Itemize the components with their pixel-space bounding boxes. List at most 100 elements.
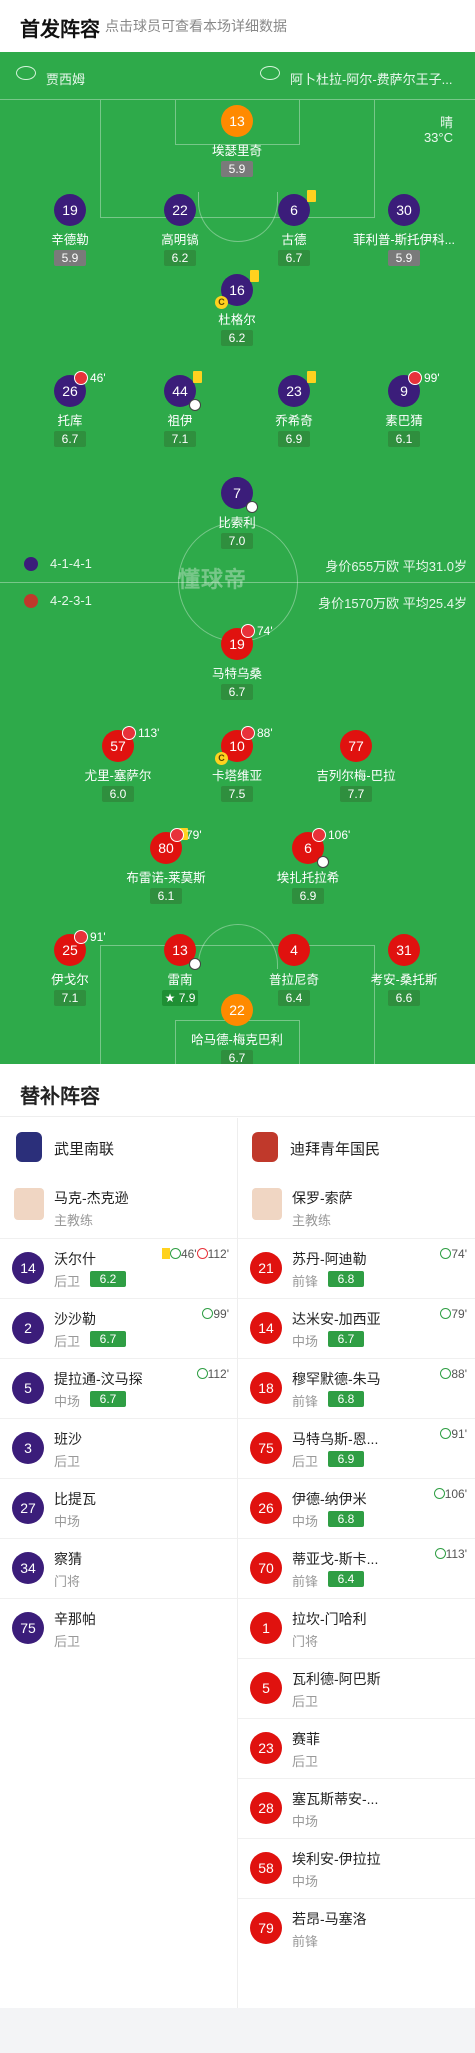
sub-time: 91': [90, 930, 106, 944]
home-team-value: 身价655万欧 平均31.0岁: [325, 556, 467, 575]
lineup-subtitle: 点击球员可查看本场详细数据: [105, 18, 287, 34]
sub-row[interactable]: 2 沙沙勒 后卫 6.7 99': [0, 1298, 237, 1358]
weather: 晴: [439, 115, 453, 130]
player-rating: 6.1: [150, 888, 182, 904]
lineup-title: 首发阵容: [20, 19, 100, 41]
substitution-out-icon: [312, 828, 326, 842]
player-h-7[interactable]: 44 祖伊 7.1: [120, 371, 240, 448]
sub-time: 99': [424, 371, 440, 385]
jersey-number: 58: [250, 1852, 282, 1884]
player-name: 瓦利德-阿巴斯: [292, 1671, 381, 1687]
sub-row[interactable]: 14 达米安-加西亚 中场 6.7 79': [238, 1298, 475, 1358]
sub-row[interactable]: 5 瓦利德-阿巴斯 后卫: [238, 1658, 475, 1718]
home-formation: 4-1-4-1: [24, 556, 92, 571]
player-name: 蒂亚戈-斯卡...: [292, 1551, 379, 1567]
away-team-name[interactable]: 迪拜青年国民: [290, 1138, 380, 1159]
sub-events: 113': [434, 1547, 467, 1561]
substitution-in-icon: [440, 1368, 452, 1379]
player-position: 后卫: [292, 1694, 319, 1709]
jersey-number: 6: [278, 190, 316, 226]
player-a-1[interactable]: 57 113' 尤里-塞萨尔 6.0: [58, 726, 178, 803]
sub-row[interactable]: 58 埃利安-伊拉拉 中场: [238, 1838, 475, 1898]
player-name: 素巴猜: [385, 414, 423, 428]
sub-in-time: 113': [445, 1547, 467, 1561]
sub-row[interactable]: 14 沃尔什 后卫 6.2 46' 112': [0, 1238, 237, 1298]
player-rating: 6.7: [221, 1050, 253, 1064]
player-position: 前锋: [292, 1934, 319, 1949]
sub-row[interactable]: 3 班沙 后卫: [0, 1418, 237, 1478]
sub-out-time: 112': [207, 1247, 229, 1261]
substitution-in-icon: [169, 1248, 181, 1259]
home-age: 平均31.0岁: [402, 559, 467, 574]
player-position: 前锋: [292, 1394, 319, 1409]
player-a-4[interactable]: 80 79' 布雷诺-莱莫斯 6.1: [106, 828, 226, 905]
player-a-3[interactable]: 77 吉列尔梅-巴拉 7.7: [296, 730, 416, 803]
player-name: 提拉通-汶马探: [54, 1371, 143, 1387]
player-rating: 7.7: [340, 786, 372, 802]
player-a-6[interactable]: 25 91' 伊戈尔 7.1: [10, 930, 130, 1007]
jersey-number: 16 C: [215, 270, 259, 309]
away-formation: 4-2-3-1: [24, 593, 92, 608]
sub-events: 79': [440, 1307, 467, 1321]
sub-row[interactable]: 34 察猜 门将: [0, 1538, 237, 1598]
player-name: 拉坎-门哈利: [292, 1611, 367, 1627]
yellow-card-icon: [307, 371, 316, 383]
jersey-number: 77: [340, 730, 372, 762]
player-h-5[interactable]: 16 C 杜格尔 6.2: [177, 270, 297, 347]
substitution-out-icon: [196, 1248, 208, 1259]
bench-title: 替补阵容: [20, 1086, 100, 1108]
sub-row[interactable]: 27 比提瓦 中场: [0, 1478, 237, 1538]
substitution-out-icon: [122, 726, 136, 740]
sub-row[interactable]: 79 若昂-马塞洛 前锋: [238, 1898, 475, 1958]
sub-row[interactable]: 18 穆罕默德-朱马 前锋 6.8 88': [238, 1358, 475, 1418]
player-h-3[interactable]: 6 古德 6.7: [234, 190, 354, 267]
player-h-6[interactable]: 26 46' 托库 6.7: [10, 371, 130, 448]
jersey-number: 2: [12, 1312, 44, 1344]
substitution-out-icon: [74, 930, 88, 944]
player-a-2[interactable]: 10 C 88' 卡塔维亚 7.5: [177, 726, 297, 803]
sub-row[interactable]: 5 提拉通-汶马探 中场 6.7 112': [0, 1358, 237, 1418]
player-h-9[interactable]: 9 99' 素巴猜 6.1: [344, 371, 464, 448]
player-h-10[interactable]: 7 比索利 7.0: [177, 477, 297, 550]
jersey-number: 18: [250, 1372, 282, 1404]
player-a-5[interactable]: 6 106' 埃扎托拉希 6.9: [248, 828, 368, 905]
substitution-in-icon: [440, 1248, 452, 1259]
player-name: 尤里-塞萨尔: [84, 769, 152, 783]
away-team-icon: [24, 594, 38, 608]
sub-row[interactable]: 28 塞瓦斯蒂安-... 中场: [238, 1778, 475, 1838]
player-a-10[interactable]: 22 哈马德-梅克巴利 6.7: [177, 994, 297, 1064]
jersey-number: 21: [250, 1252, 282, 1284]
substitution-out-icon: [74, 371, 88, 385]
sub-in-time: 46': [180, 1247, 197, 1261]
player-position: 门将: [54, 1574, 81, 1589]
sub-row[interactable]: 75 辛那帕 后卫: [0, 1598, 237, 1658]
home-value: 身价655万欧: [325, 559, 400, 574]
home-team-name[interactable]: 武里南联: [54, 1138, 114, 1159]
player-name: 雷南: [167, 973, 193, 987]
sub-row[interactable]: 1 拉坎-门哈利 门将: [238, 1598, 475, 1658]
player-h-8[interactable]: 23 乔希奇 6.9: [234, 371, 354, 448]
player-position: 中场: [292, 1514, 319, 1529]
player-a-9[interactable]: 31 考安-桑托斯 6.6: [344, 934, 464, 1007]
sub-row[interactable]: 26 伊德-纳伊米 中场 6.8 106': [238, 1478, 475, 1538]
sub-in-time: 99': [213, 1307, 229, 1321]
player-name: 比索利: [218, 516, 256, 530]
goal-ball-icon: [317, 856, 329, 868]
jersey-number: 14: [12, 1252, 44, 1284]
sub-row[interactable]: 23 赛菲 后卫: [238, 1718, 475, 1778]
player-a-0[interactable]: 19 74' 马特乌桑 6.7: [177, 624, 297, 701]
home-coach-role: 主教练: [54, 1213, 94, 1228]
player-name: 马特乌桑: [211, 667, 262, 681]
player-name: 高明镐: [161, 233, 199, 247]
player-name: 祖伊: [167, 414, 193, 428]
sub-row[interactable]: 21 苏丹-阿迪勒 前锋 6.8 74': [238, 1238, 475, 1298]
substitution-in-icon: [202, 1308, 214, 1319]
player-h-4[interactable]: 30 菲利普-斯托伊科... 5.9: [344, 194, 464, 267]
sub-row[interactable]: 70 蒂亚戈-斯卡... 前锋 6.4 113': [238, 1538, 475, 1598]
player-rating: 6.7: [278, 250, 310, 266]
player-h-1[interactable]: 19 辛德勒 5.9: [10, 194, 130, 267]
sub-row[interactable]: 75 马特乌斯-恩... 后卫 6.9 91': [238, 1418, 475, 1478]
player-h-0[interactable]: 13 埃瑟里奇 5.9: [177, 105, 297, 178]
home-team-icon: [24, 557, 38, 571]
player-h-2[interactable]: 22 高明镐 6.2: [120, 194, 240, 267]
